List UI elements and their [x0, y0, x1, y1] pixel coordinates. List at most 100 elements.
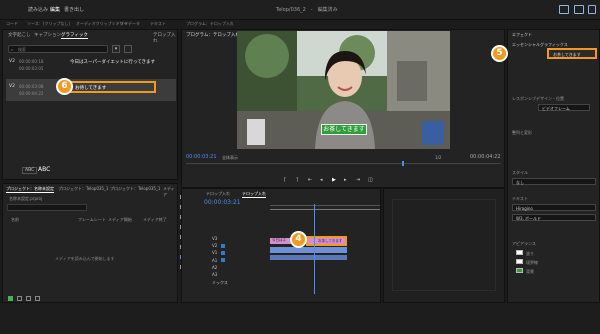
- timeline-timecode[interactable]: 00:00:03:21: [204, 199, 241, 206]
- window-title: Telop/036_2 - 編集済み: [276, 7, 338, 13]
- tab-graphics[interactable]: グラフィック: [61, 32, 88, 39]
- panel-tab-strip: コード ソース：(クリップなし) オーディオクリップミキサー メタデータ テキス…: [0, 20, 600, 29]
- track-mix[interactable]: ミックス: [212, 280, 228, 286]
- status-bar: [0, 303, 600, 334]
- mark-out-icon[interactable]: ⌉: [296, 177, 298, 183]
- timeline-playhead[interactable]: [314, 204, 315, 294]
- freeform-view-icon[interactable]: [35, 296, 40, 301]
- program-scrubber[interactable]: [186, 163, 501, 164]
- top-bar: 読み込み 編集 書き出し Telop/036_2 - 編集済み: [0, 0, 600, 20]
- selected-text-highlight[interactable]: お待してきます: [68, 81, 156, 93]
- background-swatch[interactable]: [516, 268, 523, 273]
- font-dropdown[interactable]: Hiragino: [512, 204, 596, 211]
- project-file: 名称未設定.prproj: [9, 196, 43, 201]
- graphics-search-input[interactable]: ⌕ 検索: [8, 45, 108, 53]
- export-frame-icon[interactable]: ◫: [368, 177, 373, 183]
- workspace-icon[interactable]: [559, 5, 569, 14]
- col-name[interactable]: 名前: [11, 217, 19, 223]
- effect-controls-title: エフェクト: [512, 32, 532, 37]
- timeline-panel: テロップ入れ テロップ入れ 00:00:03:21: [181, 188, 381, 303]
- effect-controls-panel: エフェクト エッセンシャルグラフィックス レスポンシブデザイン・位置 ビデオフレ…: [507, 29, 600, 303]
- a1-target-icon[interactable]: [221, 258, 225, 262]
- pin-to-dropdown[interactable]: ビデオフレーム: [538, 104, 590, 111]
- list-view-icon[interactable]: [17, 296, 22, 301]
- program-playhead[interactable]: [402, 161, 404, 166]
- resolution-dropdown[interactable]: 1/2: [435, 155, 441, 160]
- tab-transcript[interactable]: 文字起こし: [8, 32, 31, 38]
- icon-view-icon[interactable]: [26, 296, 31, 301]
- fit-dropdown[interactable]: 全体表示: [222, 155, 238, 161]
- nav-edit[interactable]: 編集: [50, 6, 60, 13]
- timeline-tab-1[interactable]: テロップ入れ: [206, 191, 230, 197]
- sequence-label: テロップ入れ: [153, 33, 176, 44]
- callout-6: 6: [56, 78, 73, 95]
- meters-area: [392, 199, 496, 291]
- callout-5: 5: [491, 45, 508, 62]
- video-clip-v1[interactable]: [270, 247, 347, 253]
- pencil-icon[interactable]: [8, 296, 13, 301]
- link-icon[interactable]: [124, 45, 132, 53]
- style-button-b[interactable]: ABC: [38, 166, 50, 173]
- goto-in-icon[interactable]: ⇤: [308, 177, 312, 183]
- caption-clip-2[interactable]: お茶してきます: [306, 236, 347, 246]
- video-caption: お茶してきます: [321, 124, 367, 135]
- tab-project-1[interactable]: プロジェクト：名称未設定: [6, 186, 54, 193]
- stroke-swatch[interactable]: [516, 259, 523, 264]
- step-back-icon[interactable]: ◂: [320, 177, 323, 183]
- transport-controls: ⌈ ⌉ ⇤ ◂ ▶ ▸ ⇥ ◫: [284, 177, 384, 183]
- tab-media[interactable]: メディア: [163, 186, 177, 198]
- mark-in-icon[interactable]: ⌈: [284, 177, 286, 183]
- project-search-input[interactable]: [7, 204, 87, 211]
- callout-4: 4: [290, 231, 307, 248]
- nav-export[interactable]: 書き出し: [64, 6, 84, 13]
- tab-captions[interactable]: キャプション: [34, 32, 61, 38]
- graphics-item[interactable]: V2 00:00:00:18 00:00:03:05 今日はスーパーダイエットに…: [6, 56, 176, 74]
- tab-code[interactable]: コード: [6, 21, 18, 27]
- fullscreen-icon[interactable]: [588, 5, 596, 14]
- share-icon[interactable]: [574, 5, 584, 14]
- audio-meters-panel: [383, 188, 505, 303]
- program-duration: 00:00:04:22: [470, 154, 501, 160]
- program-title: プログラム：テロップ入れ: [186, 33, 240, 38]
- tab-project-2[interactable]: プロジェクト：Telop035_1: [58, 186, 109, 192]
- timeline-ruler[interactable]: [270, 205, 380, 206]
- tab-project-3[interactable]: プロジェクト：Telop035_1: [110, 186, 161, 192]
- fill-swatch[interactable]: [516, 250, 523, 255]
- track-v3[interactable]: V3: [212, 236, 217, 241]
- tab-program[interactable]: プログラム：テロップ入れ: [186, 21, 234, 27]
- style-dropdown[interactable]: なし: [512, 178, 596, 185]
- track-v2[interactable]: V2: [212, 243, 217, 248]
- v2-target-icon[interactable]: [221, 244, 225, 248]
- play-icon[interactable]: ▶: [332, 177, 336, 183]
- effect-layer-highlight[interactable]: お茶してきます: [547, 48, 597, 59]
- align-transform-label: 整列と変形: [512, 130, 532, 135]
- tab-metadata[interactable]: メタデータ: [120, 21, 140, 27]
- tab-source[interactable]: ソース：(クリップなし): [27, 21, 70, 27]
- v1-target-icon[interactable]: [221, 251, 225, 255]
- tab-text[interactable]: テキスト: [150, 21, 166, 27]
- program-timecode[interactable]: 00:00:03:21: [186, 154, 217, 160]
- goto-out-icon[interactable]: ⇥: [356, 177, 360, 183]
- col-media-end[interactable]: メディア終了: [143, 217, 167, 223]
- font-style-dropdown[interactable]: W3, ボールド: [512, 214, 596, 221]
- style-button-a[interactable]: ABC: [22, 167, 38, 174]
- nav-import[interactable]: 読み込み: [28, 6, 48, 13]
- track-a1[interactable]: A1: [212, 258, 217, 263]
- track-a2[interactable]: A2: [212, 265, 217, 270]
- empty-message: メディアを読み込んで開始します: [55, 256, 115, 261]
- filter-icon[interactable]: ▾: [112, 45, 120, 53]
- project-panel: プロジェクト：名称未設定 プロジェクト：Telop035_1 プロジェクト：Te…: [2, 183, 178, 303]
- col-media-start[interactable]: メディア開始: [108, 217, 132, 223]
- track-v1[interactable]: V1: [212, 250, 217, 255]
- style-label: スタイル: [512, 170, 528, 175]
- text-label: テキスト: [512, 196, 528, 201]
- track-a3[interactable]: A3: [212, 272, 217, 277]
- responsive-label: レスポンシブデザイン・位置: [512, 96, 564, 101]
- audio-clip-a1[interactable]: [270, 255, 347, 260]
- appearance-label: アピアランス: [512, 241, 536, 246]
- step-forward-icon[interactable]: ▸: [344, 177, 347, 183]
- timeline-tab-2[interactable]: テロップ入れ: [242, 191, 266, 198]
- timeline-work-area[interactable]: [270, 209, 380, 210]
- col-framerate[interactable]: フレームレート: [78, 217, 106, 223]
- effect-layer-label: お茶してきます: [553, 52, 581, 57]
